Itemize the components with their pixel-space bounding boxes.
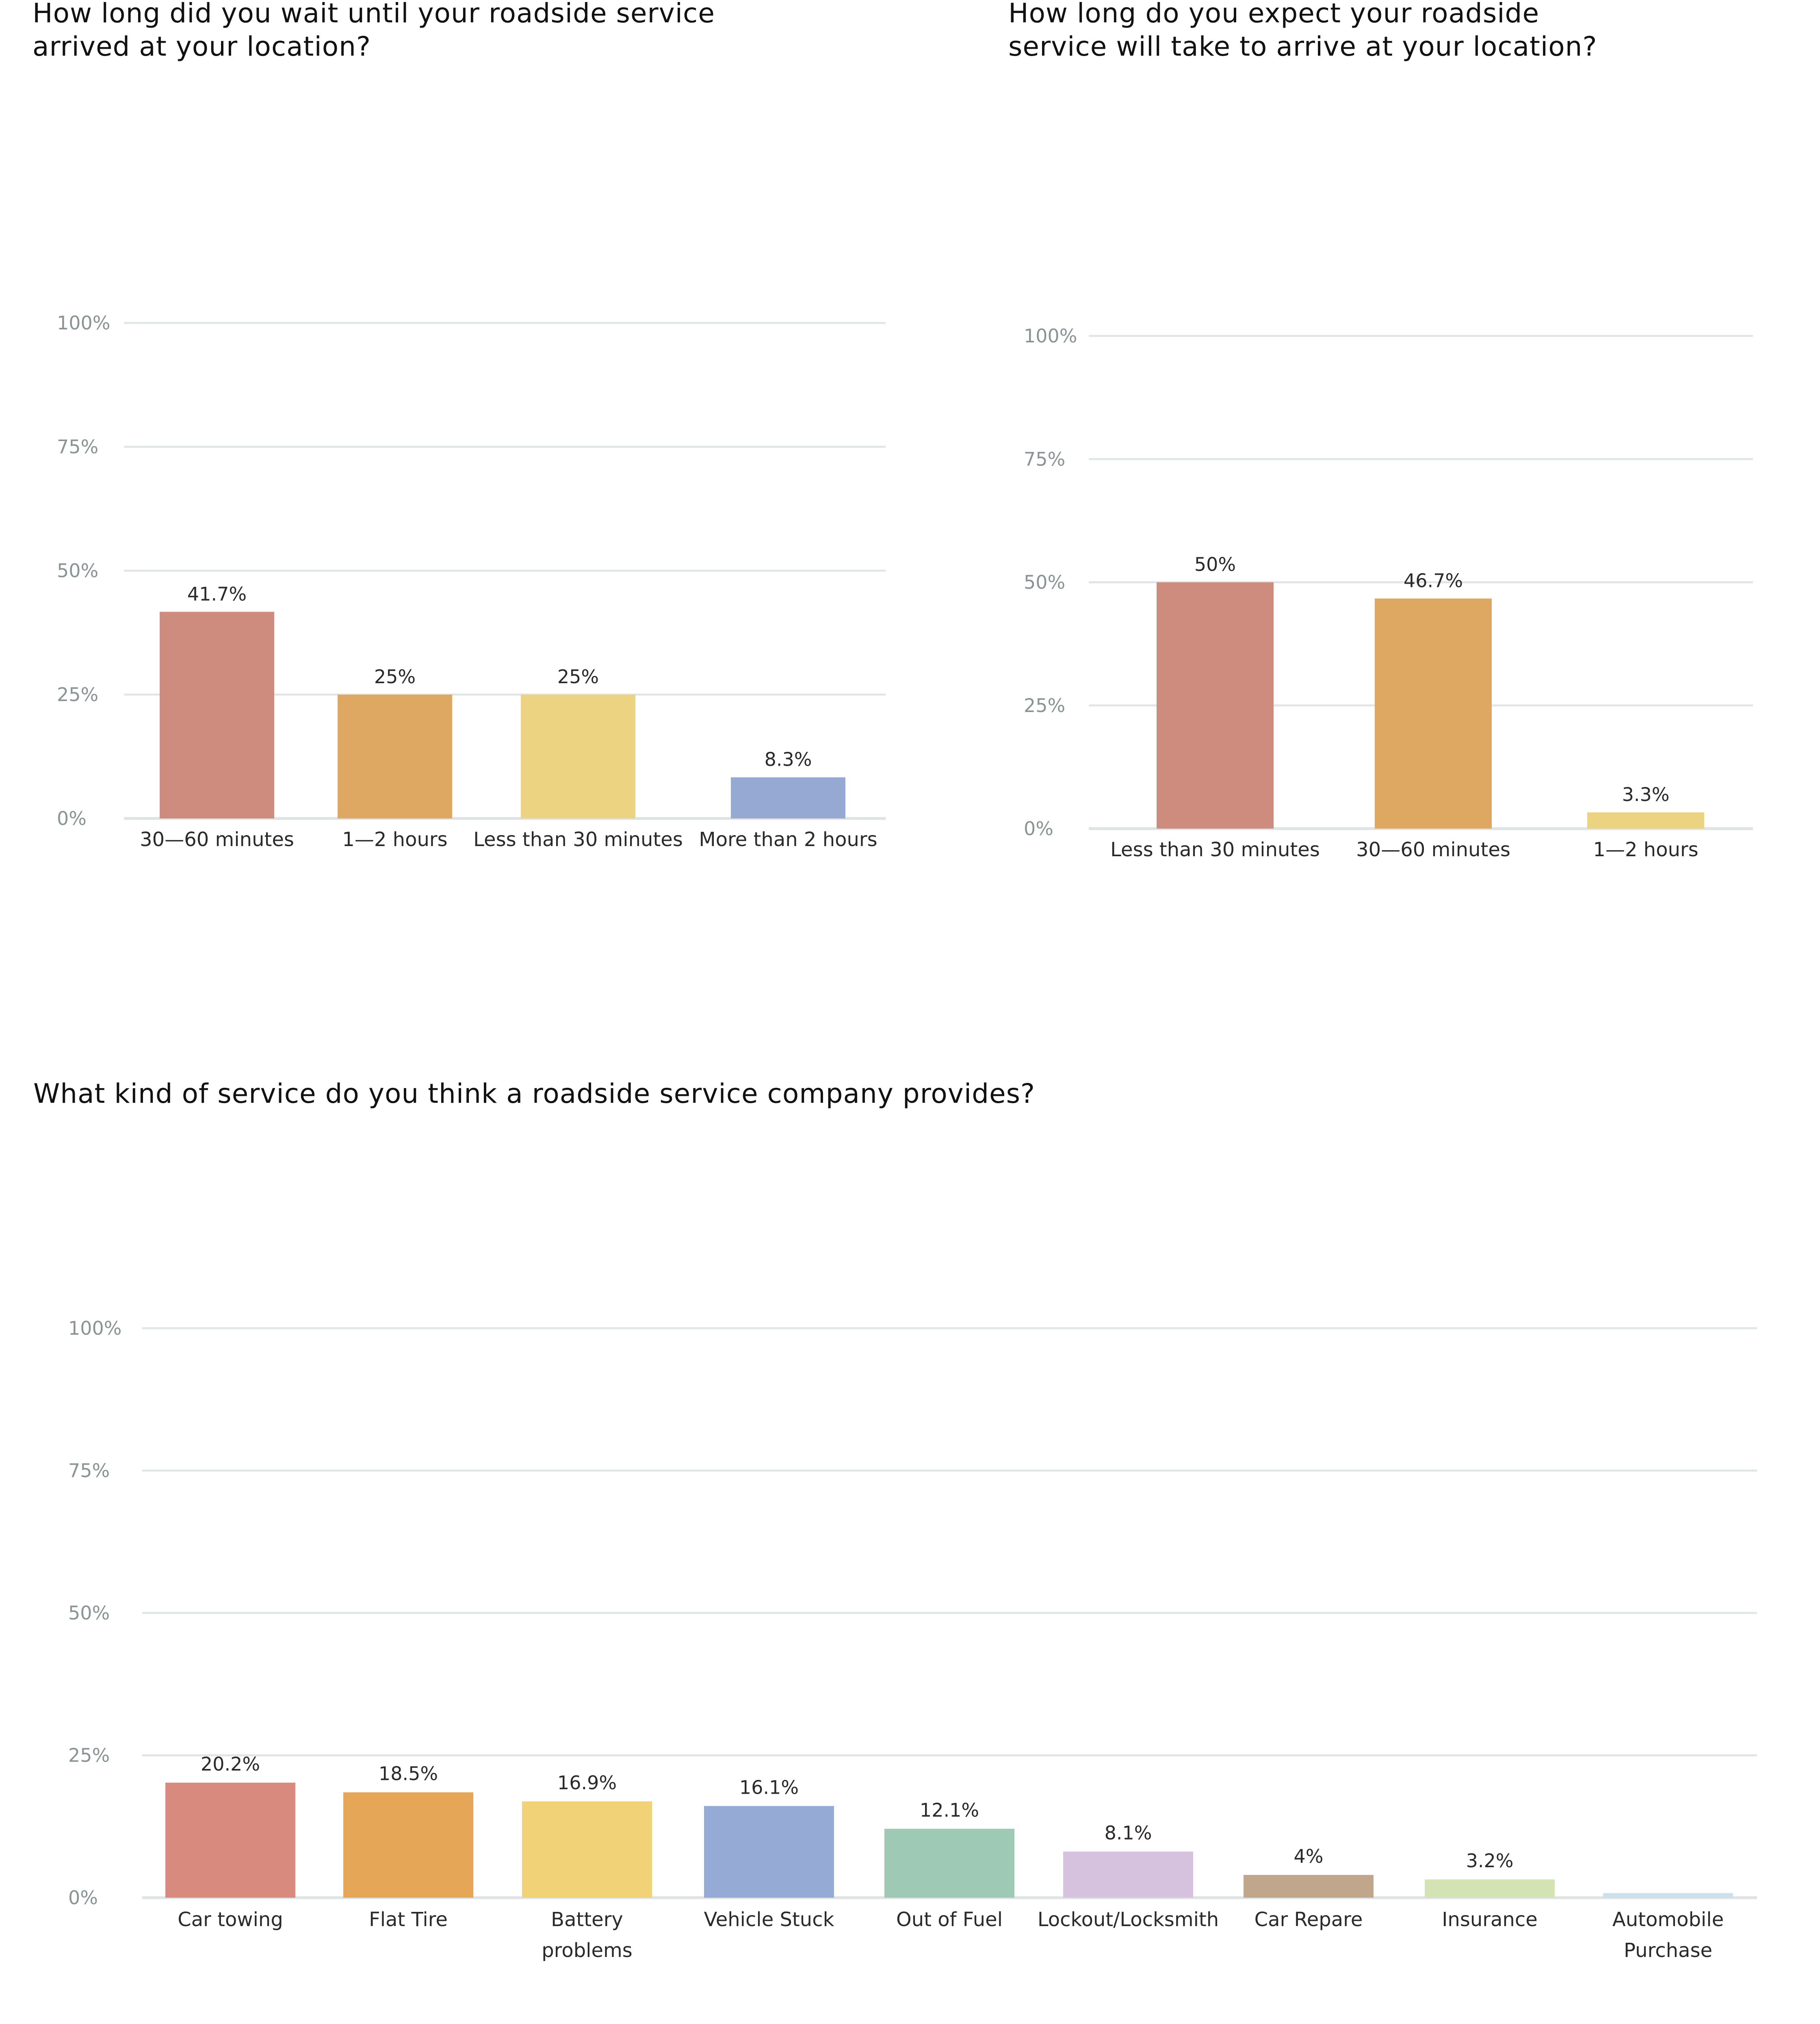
chart-2-data-label: 3.3% [1622, 784, 1670, 805]
chart-2-data-label: 46.7% [1404, 570, 1463, 592]
chart-3-data-label: 4% [1294, 1845, 1324, 1867]
charts-canvas: 0% 25% 50% 75% 100% 41.7% 30—60 minutes 25% 1—2 … [57, 312, 1757, 1962]
chart-3-bar [1063, 1851, 1193, 1898]
chart-3-bar [1244, 1875, 1374, 1898]
chart-1-y-tick-label: 50% [57, 560, 98, 582]
chart-3-data-label: 16.9% [557, 1772, 617, 1794]
chart-2-y-tick-label: 0% [1024, 818, 1053, 840]
chart-3-x-tick-label: Vehicle Stuck [704, 1908, 834, 1931]
chart-3-y-tick-label: 0% [68, 1887, 98, 1909]
chart-2-x-tick-label: Less than 30 minutes [1110, 838, 1320, 861]
chart-3-x-tick-label: Insurance [1442, 1908, 1538, 1931]
chart-3-y-tick-label: 100% [68, 1317, 122, 1339]
chart-1-data-label: 41.7% [187, 583, 247, 605]
chart-3-bar [1425, 1879, 1555, 1898]
chart-3-x-tick-label: Automobile [1612, 1908, 1724, 1931]
chart-3-bar [343, 1792, 473, 1898]
chart-3-bar [704, 1806, 834, 1898]
chart-2-bar [1375, 598, 1492, 829]
chart-1-y-tick-label: 75% [57, 436, 98, 458]
chart-2-y-tick-label: 25% [1024, 695, 1065, 717]
chart-3-x-tick-label: Flat Tire [369, 1908, 448, 1931]
chart-3-bar [884, 1829, 1014, 1898]
chart-3-data-label: 16.1% [739, 1776, 799, 1798]
chart-3-x-tick-label: Purchase [1624, 1939, 1712, 1962]
chart-3-x-tick-label: problems [542, 1939, 633, 1962]
chart-2-data-label: 50% [1194, 554, 1236, 576]
chart-1-x-tick-label: Less than 30 minutes [473, 828, 683, 851]
chart-1-y-tick-label: 100% [57, 312, 110, 334]
chart-1-data-label: 8.3% [765, 749, 812, 771]
chart-1-x-tick-label: 1—2 hours [342, 828, 447, 851]
chart-3-x-tick-label: Car towing [178, 1908, 283, 1931]
chart-1-y-tick-label: 0% [57, 807, 87, 829]
chart-3-x-tick-label: Out of Fuel [896, 1908, 1003, 1931]
chart-3-bar [522, 1801, 652, 1898]
chart-3-y-tick-label: 50% [68, 1602, 110, 1624]
chart-2-bar [1587, 812, 1704, 829]
chart-2-y-tick-label: 100% [1024, 325, 1077, 347]
chart-1-bar [521, 695, 635, 818]
chart-1-x-tick-label: More than 2 hours [699, 828, 877, 851]
chart-3-data-label: 20.2% [201, 1753, 260, 1775]
chart-2-y-tick-label: 50% [1024, 571, 1065, 593]
chart-3-data-label: 3.2% [1466, 1850, 1514, 1872]
chart-2-x-tick-label: 1—2 hours [1593, 838, 1698, 861]
chart-3-bar [165, 1782, 295, 1898]
chart-3-y-tick-label: 75% [68, 1460, 110, 1482]
chart-1-bar [338, 695, 452, 818]
chart-3-bar [1603, 1893, 1733, 1898]
chart-3-data-label: 12.1% [920, 1799, 979, 1821]
chart-3-x-tick-label: Lockout/Locksmith [1038, 1908, 1219, 1931]
chart-3-data-label: 18.5% [379, 1763, 438, 1785]
chart-1-y-tick-label: 25% [57, 684, 98, 706]
chart-3-y-tick-label: 25% [68, 1745, 110, 1766]
chart-1-data-label: 25% [557, 666, 599, 688]
chart-3-x-tick-label: Car Repare [1254, 1908, 1363, 1931]
chart-1-bar [160, 612, 274, 818]
chart-1-bar [731, 777, 845, 818]
chart-2-y-tick-label: 75% [1024, 448, 1065, 470]
chart-1-data-label: 25% [374, 666, 416, 688]
chart-1-x-tick-label: 30—60 minutes [140, 828, 294, 851]
chart-2-bar [1157, 582, 1274, 829]
chart-3-x-tick-label: Battery [551, 1908, 623, 1931]
chart-2-x-tick-label: 30—60 minutes [1356, 838, 1510, 861]
chart-3-data-label: 8.1% [1105, 1822, 1152, 1844]
